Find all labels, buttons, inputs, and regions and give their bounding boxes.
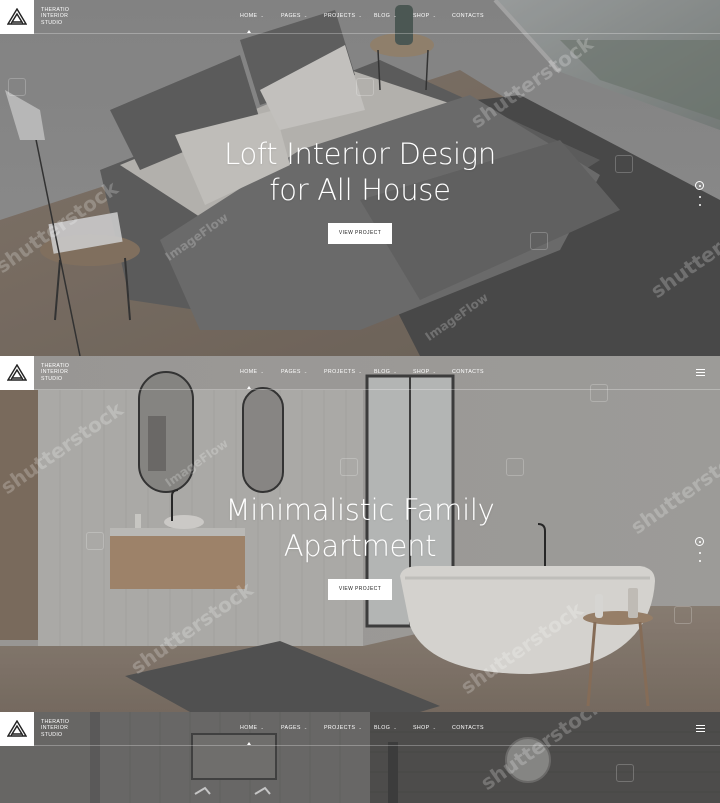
site-header: THERATIO INTERIOR STUDIO HOME ⌄ PAGES ⌄ PR…	[0, 0, 720, 34]
nav-item-shop[interactable]: SHOP ⌄	[413, 725, 436, 731]
caret-down-icon: ⌄	[432, 725, 437, 730]
nav-label: PAGES	[281, 13, 301, 19]
hero-content: Loft Interior Design for All House VIEW …	[0, 136, 720, 244]
hero-content: Minimalistic Family Apartment VIEW PROJE…	[0, 492, 720, 600]
site-header: THERATIO INTERIOR STUDIO HOME ⌄ PAGES ⌄ PR…	[0, 712, 720, 746]
brand-line-3: STUDIO	[41, 731, 63, 738]
nav-item-pages[interactable]: PAGES ⌄	[281, 369, 308, 375]
hero-title: Minimalistic Family Apartment	[0, 492, 720, 564]
nav-item-blog[interactable]: BLOG ⌄	[374, 13, 397, 19]
brand-name[interactable]: THERATIO INTERIOR STUDIO	[41, 719, 101, 738]
caret-down-icon: ⌄	[260, 725, 265, 730]
pager-ring-icon[interactable]	[695, 181, 704, 190]
caret-down-icon: ⌄	[303, 725, 308, 730]
caret-down-icon: ⌄	[432, 13, 437, 18]
caret-down-icon: ⌄	[393, 725, 398, 730]
nav-label: SHOP	[413, 13, 430, 19]
caret-down-icon: ⌄	[358, 725, 363, 730]
nav-item-projects[interactable]: PROJECTS ⌄	[324, 725, 362, 731]
nav-label: CONTACTS	[452, 369, 484, 375]
nav-item-projects[interactable]: PROJECTS ⌄	[324, 369, 362, 375]
hero-slide-2: shutterstock shutterstock shutterstock s…	[0, 356, 720, 712]
slide-pager	[695, 181, 705, 206]
nav-label: PAGES	[281, 725, 301, 731]
hero-title-line-1: Minimalistic Family	[225, 493, 495, 527]
hero-title: Loft Interior Design for All House	[0, 136, 720, 208]
hero-title-line-1: Loft Interior Design	[224, 137, 496, 171]
nav-label: CONTACTS	[452, 13, 484, 19]
nav-label: BLOG	[374, 13, 391, 19]
nav-label: BLOG	[374, 369, 391, 375]
caret-down-icon: ⌄	[393, 369, 398, 374]
caret-down-icon: ⌄	[260, 369, 265, 374]
nav-label: CONTACTS	[452, 725, 484, 731]
menu-icon[interactable]	[696, 369, 705, 376]
nav-label: SHOP	[413, 725, 430, 731]
brand-line-3: STUDIO	[41, 19, 63, 26]
caret-down-icon: ⌄	[303, 369, 308, 374]
slide-pager	[695, 537, 705, 562]
view-project-button[interactable]: VIEW PROJECT	[328, 579, 392, 600]
nav-item-home[interactable]: HOME ⌄	[240, 369, 264, 375]
caret-down-icon: ⌄	[303, 13, 308, 18]
nav-item-home[interactable]: HOME ⌄	[240, 725, 264, 731]
nav-label: HOME	[240, 725, 258, 731]
brand-line-3: STUDIO	[41, 375, 63, 382]
nav-label: HOME	[240, 13, 258, 19]
caret-down-icon: ⌄	[432, 369, 437, 374]
nav-item-blog[interactable]: BLOG ⌄	[374, 725, 397, 731]
nav-label: PROJECTS	[324, 369, 356, 375]
pager-dot-icon[interactable]	[698, 204, 701, 206]
nav-item-projects[interactable]: PROJECTS ⌄	[324, 13, 362, 19]
nav-label: HOME	[240, 369, 258, 375]
pager-dot-icon[interactable]	[698, 196, 701, 198]
menu-icon[interactable]	[696, 725, 705, 732]
view-project-button[interactable]: VIEW PROJECT	[328, 223, 392, 244]
header-divider	[34, 389, 720, 390]
logo-icon[interactable]	[0, 712, 34, 746]
nav-label: PROJECTS	[324, 13, 356, 19]
hero-title-line-2: Apartment	[283, 529, 437, 563]
pager-ring-icon[interactable]	[695, 537, 704, 546]
hero-title-line-2: for All House	[269, 173, 451, 207]
nav-label: BLOG	[374, 725, 391, 731]
hero-slide-1: shutterstock ImageFlow ImageFlow shutter…	[0, 0, 720, 356]
brand-name[interactable]: THERATIO INTERIOR STUDIO	[41, 7, 101, 26]
nav-item-contacts[interactable]: CONTACTS	[452, 725, 484, 731]
brand-name[interactable]: THERATIO INTERIOR STUDIO	[41, 363, 101, 382]
nav-label: PROJECTS	[324, 725, 356, 731]
hero-slide-3: shutterstock THERATIO INTERIOR STUDIO HO…	[0, 712, 720, 803]
nav-item-home[interactable]: HOME ⌄	[240, 13, 264, 19]
nav-item-shop[interactable]: SHOP ⌄	[413, 13, 436, 19]
nav-item-pages[interactable]: PAGES ⌄	[281, 13, 308, 19]
nav-item-contacts[interactable]: CONTACTS	[452, 369, 484, 375]
nav-item-blog[interactable]: BLOG ⌄	[374, 369, 397, 375]
nav-label: PAGES	[281, 369, 301, 375]
caret-down-icon: ⌄	[358, 369, 363, 374]
nav-label: SHOP	[413, 369, 430, 375]
logo-icon[interactable]	[0, 0, 34, 34]
logo-icon[interactable]	[0, 356, 34, 390]
header-divider	[34, 33, 720, 34]
header-divider	[34, 745, 720, 746]
pager-dot-icon[interactable]	[698, 552, 701, 554]
caret-down-icon: ⌄	[393, 13, 398, 18]
nav-item-pages[interactable]: PAGES ⌄	[281, 725, 308, 731]
nav-item-shop[interactable]: SHOP ⌄	[413, 369, 436, 375]
caret-down-icon: ⌄	[358, 13, 363, 18]
site-header: THERATIO INTERIOR STUDIO HOME ⌄ PAGES ⌄ PR…	[0, 356, 720, 390]
caret-down-icon: ⌄	[260, 13, 265, 18]
nav-item-contacts[interactable]: CONTACTS	[452, 13, 484, 19]
pager-dot-icon[interactable]	[698, 560, 701, 562]
